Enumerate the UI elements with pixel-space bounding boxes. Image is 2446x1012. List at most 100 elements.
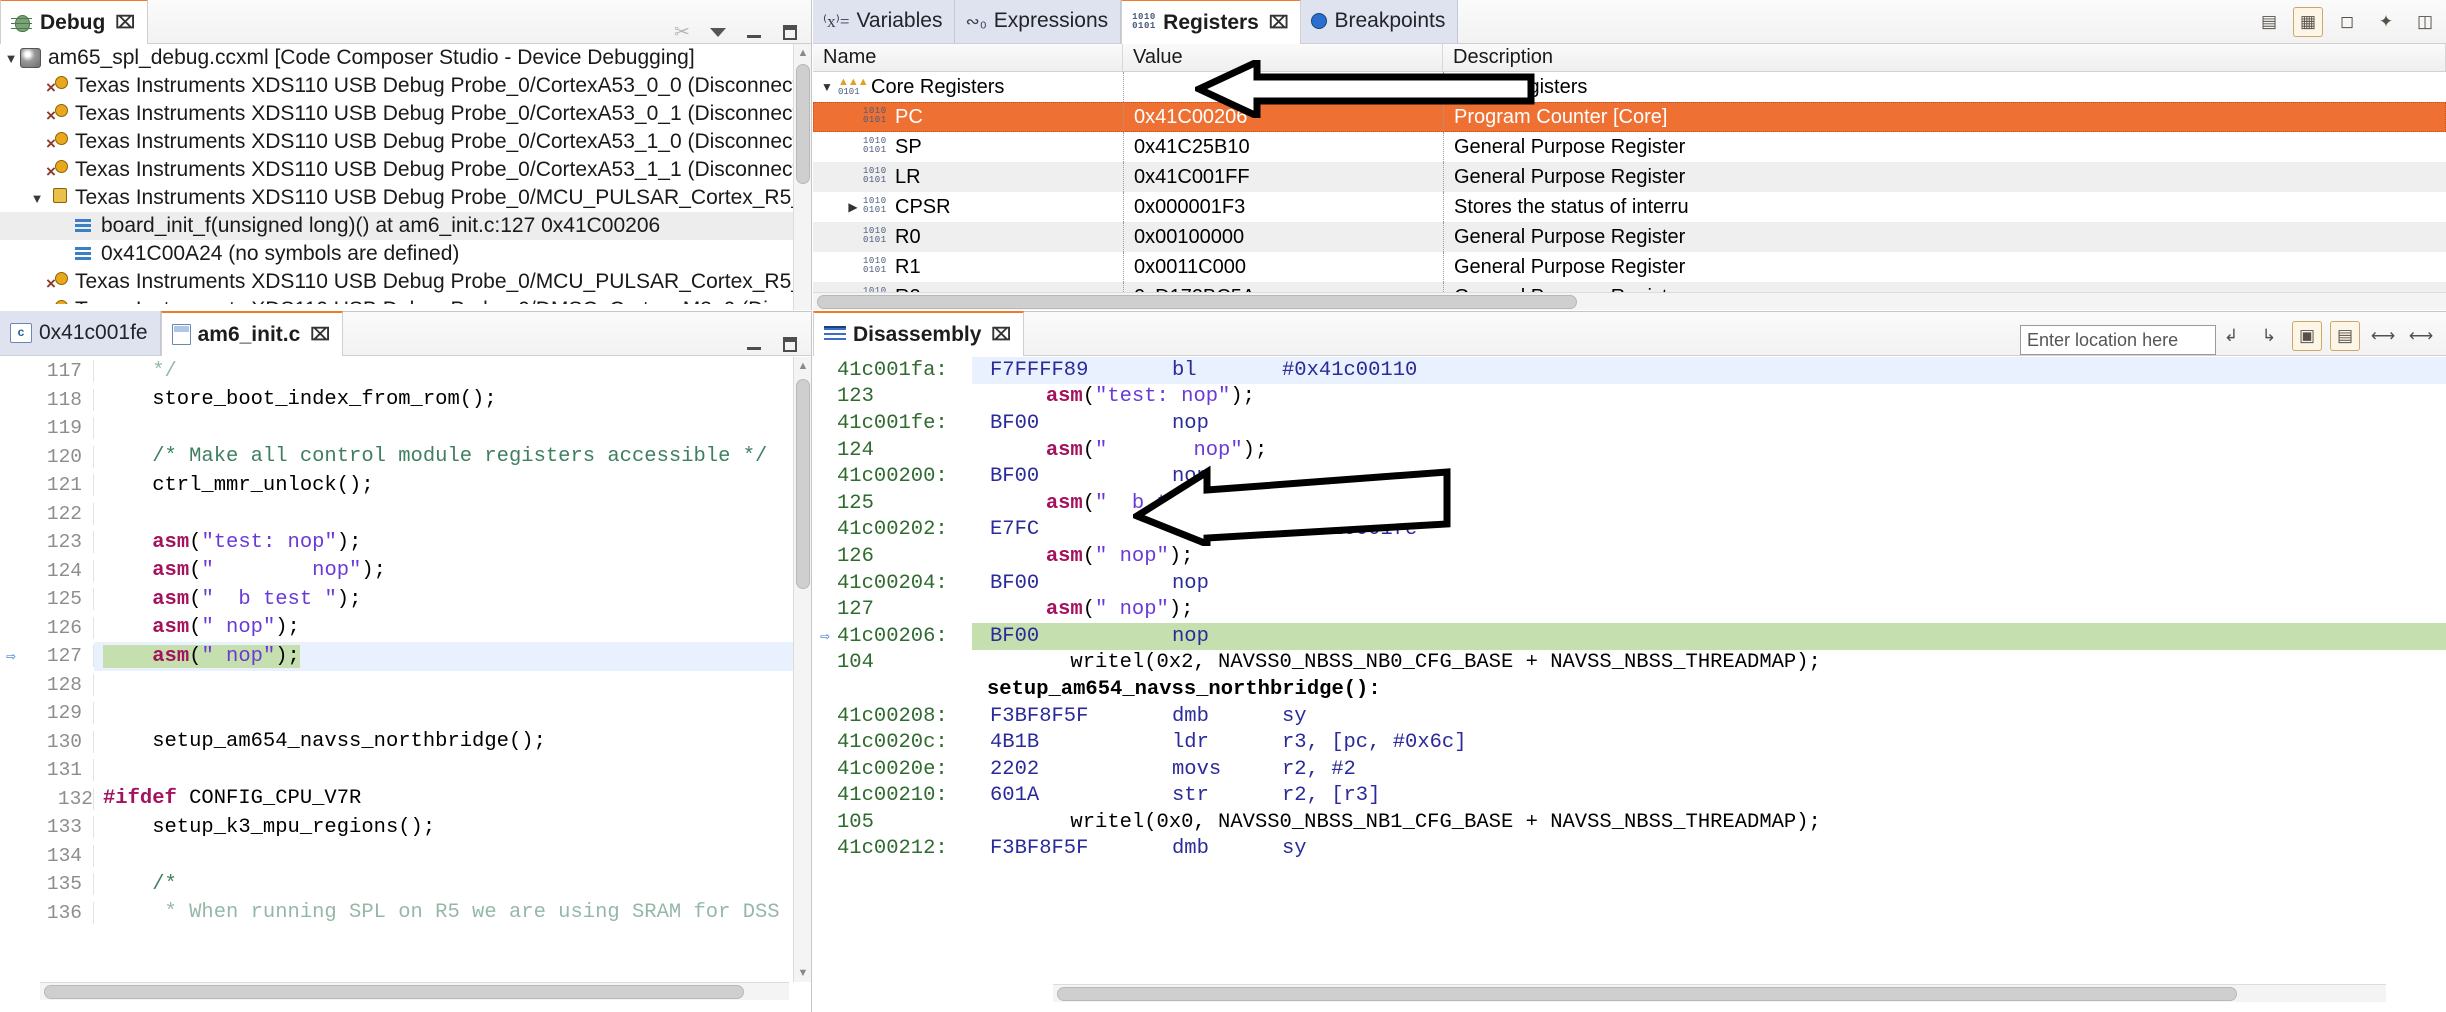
code-line[interactable]: 128 xyxy=(0,671,793,700)
code-line[interactable]: ⇨ 127 asm(" nop"); xyxy=(0,642,793,671)
register-value-cell[interactable]: 0xD172BC5A xyxy=(1123,282,1443,292)
scroll-thumb[interactable] xyxy=(796,64,810,184)
view-menu-icon[interactable]: ⟷ xyxy=(2368,321,2398,351)
register-row[interactable]: 1010 0101 PC 0x41C00206 Program Counter [Cor… xyxy=(813,102,2446,132)
debug-vertical-scrollbar[interactable]: ▲ xyxy=(793,44,811,310)
debug-tree-node[interactable]: ▼ am65_spl_debug.ccxml [Code Composer Stu… xyxy=(0,44,793,72)
code-line[interactable]: 130 setup_am654_navss_northbridge(); xyxy=(0,728,793,757)
editor-horizontal-scrollbar[interactable] xyxy=(40,982,789,1000)
collapse-all-icon[interactable]: ◻ xyxy=(2332,7,2362,37)
debug-tree-node[interactable]: ▼ Texas Instruments XDS110 USB Debug Prob… xyxy=(0,184,793,212)
column-header-description[interactable]: Description xyxy=(1443,44,2446,71)
sever-icon[interactable]: ✂ xyxy=(671,21,693,43)
register-row[interactable]: 1010 0101 LR 0x41C001FF General Purpose Regi… xyxy=(813,162,2446,192)
code-line[interactable]: 135 /* xyxy=(0,870,793,899)
toggle-source-icon[interactable]: ▣ xyxy=(2292,321,2322,351)
scroll-down-icon[interactable]: ▼ xyxy=(794,964,812,982)
code-line[interactable]: 129 xyxy=(0,699,793,728)
disassembly-listing[interactable]: 41c001fa: F7FFFF89 bl #0x41c00110 123 asm("t… xyxy=(813,357,2446,982)
register-value-cell[interactable]: 0x0011C000 xyxy=(1123,252,1443,282)
expand-collapse-icon[interactable]: ▼ xyxy=(2,51,20,66)
disassembly-line[interactable]: 124 asm(" nop"); xyxy=(813,437,2446,464)
close-icon[interactable]: ⌧ xyxy=(115,13,135,33)
code-line[interactable]: 121 ctrl_mmr_unlock(); xyxy=(0,471,793,500)
disassembly-line[interactable]: 41c00212: F3BF8F5F dmb sy xyxy=(813,836,2446,863)
column-header-name[interactable]: Name xyxy=(813,44,1123,71)
expand-collapse-icon[interactable]: ▼ xyxy=(817,80,837,94)
register-value-cell[interactable]: 0x41C25B10 xyxy=(1123,132,1443,162)
code-line[interactable]: 126 asm(" nop"); xyxy=(0,614,793,643)
disassembly-line[interactable]: 104 writel(0x2, NAVSS0_NBSS_NB0_CFG_BASE… xyxy=(813,650,2446,677)
code-line[interactable]: 125 asm(" b test "); xyxy=(0,585,793,614)
debug-tree-node[interactable]: 0x41C00A24 (no symbols are defined) xyxy=(0,240,793,268)
disassembly-line[interactable]: 126 asm(" nop"); xyxy=(813,543,2446,570)
expand-collapse-icon[interactable]: ▼ xyxy=(28,191,46,206)
tab-am6-init-c[interactable]: am6_init.c ⌧ xyxy=(160,311,343,356)
debug-tree-node[interactable]: Texas Instruments XDS110 USB Debug Probe… xyxy=(0,268,793,296)
maximize-icon[interactable] xyxy=(779,21,801,43)
add-register-icon[interactable]: ▦ xyxy=(2293,7,2323,37)
minimize-icon[interactable] xyxy=(743,21,765,43)
toggle-symbols-icon[interactable]: ▤ xyxy=(2330,321,2360,351)
debug-tree[interactable]: ▼ am65_spl_debug.ccxml [Code Composer Stu… xyxy=(0,44,793,304)
scroll-thumb[interactable] xyxy=(796,379,810,589)
disassembly-line[interactable]: 41c0020c: 4B1B ldr r3, [pc, #0x6c] xyxy=(813,729,2446,756)
disassembly-line[interactable]: 41c001fe: BF00 nop xyxy=(813,410,2446,437)
maximize-icon[interactable] xyxy=(779,333,801,355)
disassembly-line[interactable]: 41c001fa: F7FFFF89 bl #0x41c00110 xyxy=(813,357,2446,384)
tab-debug[interactable]: Debug ⌧ xyxy=(0,0,148,44)
code-line[interactable]: 133 setup_k3_mpu_regions(); xyxy=(0,813,793,842)
disassembly-horizontal-scrollbar[interactable] xyxy=(1053,984,2386,1002)
view-layout-icon[interactable]: ◫ xyxy=(2410,7,2440,37)
disassembly-line[interactable]: 41c00202: E7FC b #0x41c001fe xyxy=(813,517,2446,544)
tab-registers[interactable]: 1010 0101 Registers ⌧ xyxy=(1121,0,1302,44)
close-icon[interactable]: ⌧ xyxy=(991,325,1011,345)
step-into-icon[interactable]: ↲ xyxy=(2216,321,2246,351)
register-value-cell[interactable] xyxy=(1123,72,1443,102)
debug-tree-node[interactable]: board_init_f(unsigned long)() at am6_ini… xyxy=(0,212,793,240)
source-code-area[interactable]: 117 */118 store_boot_index_from_rom(); 11… xyxy=(0,357,793,982)
register-value-cell[interactable]: 0x41C001FF xyxy=(1123,162,1443,192)
code-line[interactable]: 134 xyxy=(0,842,793,871)
code-line[interactable]: 122 xyxy=(0,500,793,529)
disassembly-line[interactable]: 41c00210: 601A str r2, [r3] xyxy=(813,783,2446,810)
scroll-up-icon[interactable]: ▲ xyxy=(794,357,812,375)
code-line[interactable]: 124 asm(" nop"); xyxy=(0,557,793,586)
tab-disassembly[interactable]: Disassembly ⌧ xyxy=(813,311,1025,356)
register-row[interactable]: 1010 0101 R1 0x0011C000 General Purpose Regi… xyxy=(813,252,2446,282)
register-row[interactable]: ▶ 1010 0101 CPSR 0x000001F3 Stores the status… xyxy=(813,192,2446,222)
code-line[interactable]: 132 #ifdef CONFIG_CPU_V7R xyxy=(0,785,793,814)
disassembly-line[interactable]: ⇨ 41c00206: BF00 nop xyxy=(813,622,2446,650)
scroll-up-icon[interactable]: ▲ xyxy=(794,44,812,62)
disassembly-line[interactable]: setup_am654_navss_northbridge(): xyxy=(813,676,2446,703)
scroll-thumb[interactable] xyxy=(44,985,744,999)
column-header-value[interactable]: Value xyxy=(1123,44,1443,71)
code-line[interactable]: 131 xyxy=(0,756,793,785)
view-menu-icon[interactable] xyxy=(707,21,729,43)
code-line[interactable]: 119 xyxy=(0,414,793,443)
registers-horizontal-scrollbar[interactable] xyxy=(813,292,2446,310)
disassembly-line[interactable]: 41c00208: F3BF8F5F dmb sy xyxy=(813,703,2446,730)
register-row[interactable]: 1010 0101 R0 0x00100000 General Purpose Regi… xyxy=(813,222,2446,252)
expand-collapse-icon[interactable]: ▶ xyxy=(843,200,863,214)
debug-tree-node[interactable]: Texas Instruments XDS110 USB Debug Probe… xyxy=(0,128,793,156)
disassembly-line[interactable]: 105 writel(0x0, NAVSS0_NBSS_NB1_CFG_BASE… xyxy=(813,809,2446,836)
scroll-thumb[interactable] xyxy=(817,295,1577,309)
location-input[interactable]: Enter location here xyxy=(2020,325,2216,355)
minimize-icon[interactable] xyxy=(743,333,765,355)
register-value-cell[interactable]: 0x000001F3 xyxy=(1123,192,1443,222)
keypad-icon[interactable]: ▤ xyxy=(2254,7,2284,37)
disassembly-line[interactable]: 123 asm("test: nop"); xyxy=(813,384,2446,411)
debug-tree-node[interactable]: Texas Instruments XDS110 USB Debug Probe… xyxy=(0,72,793,100)
code-line[interactable]: 118 store_boot_index_from_rom(); xyxy=(0,386,793,415)
scroll-thumb[interactable] xyxy=(1057,987,2237,1001)
tab-variables[interactable]: ⁽x⁾= Variables xyxy=(813,0,956,43)
tab-expressions[interactable]: ∾₀ Expressions xyxy=(955,0,1122,43)
register-row[interactable]: 1010 0101 SP 0x41C25B10 General Purpose Regi… xyxy=(813,132,2446,162)
register-value-cell[interactable]: 0x00100000 xyxy=(1123,222,1443,252)
step-over-icon[interactable]: ↳ xyxy=(2254,321,2284,351)
close-icon[interactable]: ⌧ xyxy=(1269,13,1289,33)
register-value-cell[interactable]: 0x41C00206 xyxy=(1123,102,1443,132)
code-line[interactable]: 117 */ xyxy=(0,357,793,386)
registers-table[interactable]: ▼ ▲▲▲ 0101 Core Registers Core Registers 1010… xyxy=(813,72,2446,292)
